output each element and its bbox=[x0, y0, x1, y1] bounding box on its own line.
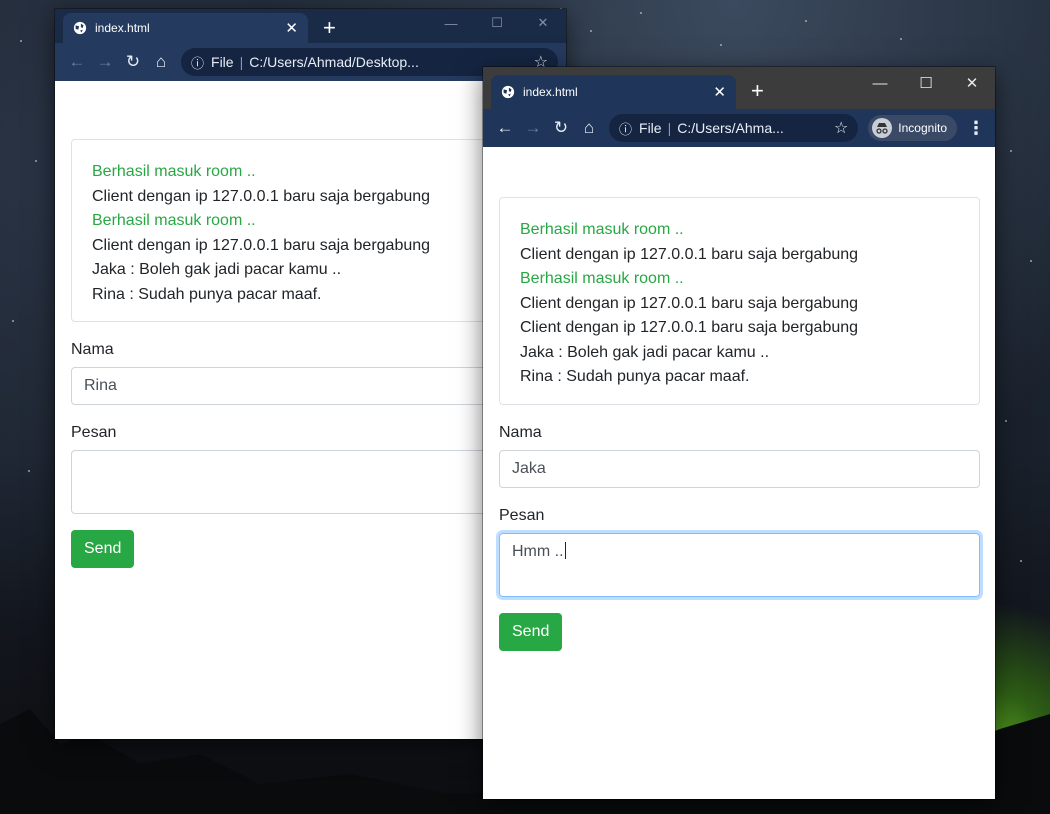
browser-toolbar: ← → ↻ ⌂ ⓘ File | C:/Users/Ahma... ☆ Inco… bbox=[483, 109, 995, 147]
chat-line: Jaka : Boleh gak jadi pacar kamu .. bbox=[92, 261, 342, 278]
chat-line: Client dengan ip 127.0.0.1 baru saja ber… bbox=[92, 236, 431, 254]
maximize-icon[interactable]: ☐ bbox=[474, 9, 520, 37]
reload-icon[interactable]: ↻ bbox=[547, 118, 575, 138]
chat-line: Berhasil masuk room .. bbox=[92, 212, 256, 229]
url-scheme: File bbox=[639, 120, 662, 136]
home-icon[interactable]: ⌂ bbox=[575, 118, 603, 138]
message-textarea[interactable] bbox=[71, 450, 552, 514]
chat-line: Berhasil masuk room .. bbox=[520, 221, 684, 238]
incognito-icon bbox=[872, 118, 893, 138]
browser-tab[interactable]: index.html ✕ bbox=[63, 13, 308, 43]
chat-line: Rina : Sudah punya pacar maaf. bbox=[520, 368, 750, 385]
new-tab-icon[interactable]: + bbox=[323, 17, 336, 39]
chat-log: Berhasil masuk room .. Client dengan ip … bbox=[499, 197, 980, 405]
chat-line: Rina : Sudah punya pacar maaf. bbox=[92, 285, 322, 303]
reload-icon[interactable]: ↻ bbox=[119, 52, 147, 72]
chat-line: Jaka : Boleh gak jadi pacar kamu .. bbox=[520, 343, 770, 361]
close-tab-icon[interactable]: ✕ bbox=[713, 83, 726, 101]
forward-icon[interactable]: → bbox=[91, 52, 119, 72]
title-bar: index.html ✕ + — ☐ ✕ bbox=[55, 9, 566, 43]
close-tab-icon[interactable]: ✕ bbox=[285, 19, 298, 37]
window-controls: — ☐ ✕ bbox=[428, 9, 566, 37]
close-window-icon[interactable]: ✕ bbox=[949, 67, 995, 99]
browser-tab[interactable]: index.html ✕ bbox=[491, 75, 736, 109]
title-bar: index.html ✕ + — ☐ ✕ bbox=[483, 67, 995, 109]
name-input[interactable]: Rina bbox=[71, 367, 552, 405]
incognito-badge[interactable]: Incognito bbox=[868, 115, 957, 141]
chat-line: Client dengan ip 127.0.0.1 baru saja ber… bbox=[92, 187, 431, 205]
send-button[interactable]: Send bbox=[499, 612, 563, 651]
name-input[interactable]: Jaka bbox=[499, 449, 980, 488]
forward-icon[interactable]: → bbox=[519, 118, 547, 138]
home-icon[interactable]: ⌂ bbox=[147, 52, 175, 72]
tab-title: index.html bbox=[95, 21, 150, 35]
message-value: Hmm .. bbox=[512, 542, 564, 560]
chat-log: Berhasil masuk room .. Client dengan ip … bbox=[71, 139, 552, 322]
minimize-icon[interactable]: — bbox=[857, 67, 903, 99]
window-controls: — ☐ ✕ bbox=[857, 67, 995, 99]
more-menu-icon[interactable]: ⋮ bbox=[965, 118, 987, 139]
page-content: Berhasil masuk room .. Client dengan ip … bbox=[483, 147, 995, 799]
chat-line: Client dengan ip 127.0.0.1 baru saja ber… bbox=[520, 294, 859, 312]
message-textarea[interactable]: Hmm .. bbox=[499, 532, 980, 597]
url-separator: | bbox=[239, 54, 244, 70]
url-scheme: File bbox=[211, 54, 234, 70]
bookmark-star-icon[interactable]: ☆ bbox=[834, 118, 848, 138]
address-bar[interactable]: ⓘ File | C:/Users/Ahma... ☆ bbox=[609, 114, 859, 142]
name-value: Rina bbox=[84, 377, 117, 394]
chat-line: Client dengan ip 127.0.0.1 baru saja ber… bbox=[520, 319, 859, 336]
send-button[interactable]: Send bbox=[71, 530, 135, 568]
info-icon[interactable]: ⓘ bbox=[191, 53, 204, 72]
close-window-icon[interactable]: ✕ bbox=[520, 9, 566, 37]
incognito-label: Incognito bbox=[898, 121, 947, 135]
minimize-icon[interactable]: — bbox=[428, 9, 474, 37]
maximize-icon[interactable]: ☐ bbox=[903, 67, 949, 99]
url-separator: | bbox=[667, 120, 672, 136]
chat-line: Berhasil masuk room .. bbox=[92, 163, 256, 180]
back-icon[interactable]: ← bbox=[63, 52, 91, 72]
back-icon[interactable]: ← bbox=[491, 118, 519, 138]
chat-line: Client dengan ip 127.0.0.1 baru saja ber… bbox=[520, 245, 859, 263]
tab-title: index.html bbox=[523, 85, 578, 99]
url-text: C:/Users/Ahma... bbox=[677, 120, 784, 136]
text-caret bbox=[564, 541, 566, 559]
new-tab-icon[interactable]: + bbox=[751, 80, 764, 102]
chat-line: Berhasil masuk room .. bbox=[520, 270, 684, 287]
globe-icon bbox=[73, 21, 87, 35]
name-label: Nama bbox=[71, 341, 114, 358]
globe-icon bbox=[501, 85, 515, 99]
message-label: Pesan bbox=[71, 424, 117, 441]
message-label: Pesan bbox=[499, 506, 545, 524]
info-icon[interactable]: ⓘ bbox=[619, 119, 632, 138]
browser-window-incognito: index.html ✕ + — ☐ ✕ ← → ↻ ⌂ ⓘ File | C:… bbox=[483, 67, 995, 799]
name-label: Nama bbox=[499, 423, 542, 441]
name-value: Jaka bbox=[512, 459, 546, 477]
